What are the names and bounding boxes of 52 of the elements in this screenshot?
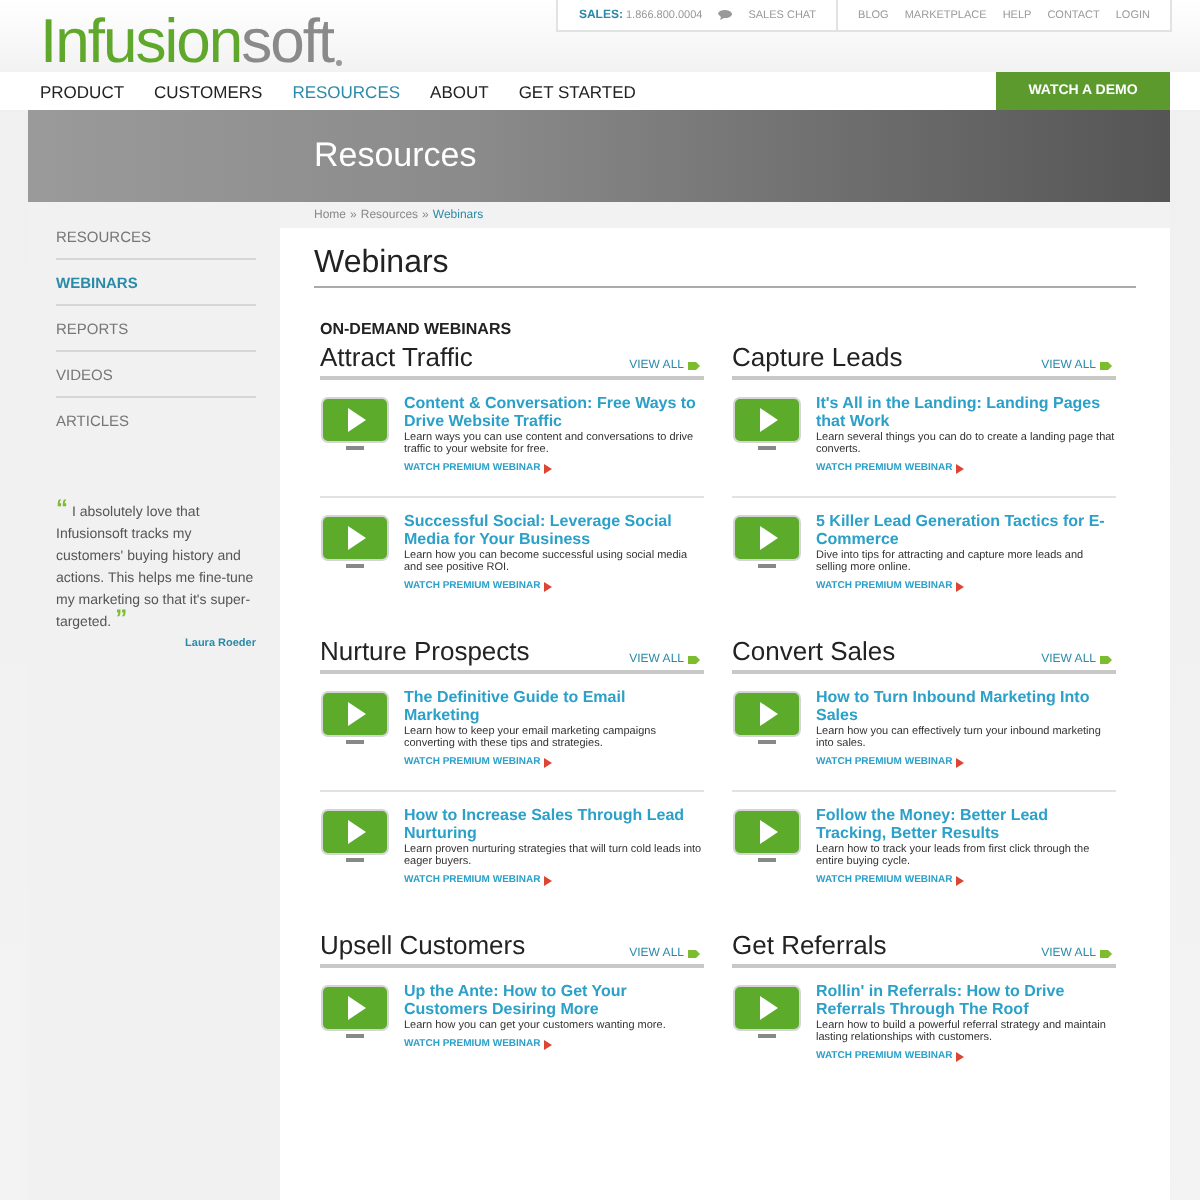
arrow-icon (544, 1039, 553, 1049)
category-title: Capture Leads (732, 342, 903, 372)
section-subtitle: ON-DEMAND WEBINARS (320, 320, 514, 338)
webinar-title[interactable]: How to Increase Sales Through Lead Nurturing (404, 808, 704, 842)
arrow-icon (544, 757, 553, 767)
play-video-icon[interactable] (320, 808, 392, 868)
tag-icon (1100, 950, 1112, 958)
webinar-title[interactable]: The Definitive Guide to Email Marketing (404, 690, 704, 724)
webinar-title[interactable]: Successful Social: Leverage Social Media for Your Business (404, 514, 704, 548)
nav-item[interactable]: PRODUCT (40, 81, 125, 101)
play-video-icon[interactable] (732, 808, 804, 868)
tag-icon (1100, 656, 1112, 664)
tag-icon (688, 656, 700, 664)
category-title: Get Referrals (732, 930, 887, 960)
webinar-title[interactable]: Up the Ante: How to Get Your Customers Desiring More (404, 984, 704, 1018)
banner-title: Resources (314, 136, 477, 176)
nav-item[interactable]: CUSTOMERS (154, 81, 263, 101)
arrow-icon (544, 875, 553, 885)
chat-bubble-icon (718, 10, 733, 20)
play-video-icon[interactable] (320, 984, 392, 1044)
play-video-icon[interactable] (732, 396, 804, 456)
nav-item[interactable]: ABOUT (430, 81, 489, 101)
tag-icon (688, 950, 700, 958)
nav-item[interactable]: GET STARTED (518, 81, 636, 101)
webinar-title[interactable]: Content & Conversation: Free Ways to Drive Website Traffic (404, 396, 704, 430)
arrow-icon (956, 463, 965, 473)
logo[interactable]: Infusionsoft (40, 10, 342, 72)
arrow-icon (544, 581, 553, 591)
category-title: Attract Traffic (320, 342, 473, 372)
play-video-icon[interactable] (732, 690, 804, 750)
page-title: Webinars (314, 246, 1136, 288)
category-title: Convert Sales (732, 636, 896, 666)
arrow-icon (956, 1051, 965, 1061)
category-title: Upsell Customers (320, 930, 526, 960)
category-title: Nurture Prospects (320, 636, 530, 666)
play-video-icon[interactable] (732, 514, 804, 574)
webinar-title[interactable]: How to Turn Inbound Marketing Into Sales (816, 690, 1116, 724)
tag-icon (1100, 362, 1112, 370)
arrow-icon (956, 875, 965, 885)
arrow-icon (956, 757, 965, 767)
webinar-title[interactable]: Follow the Money: Better Lead Tracking, Better Results (816, 808, 1116, 842)
arrow-icon (544, 463, 553, 473)
webinar-title[interactable]: Rollin' in Referrals: How to Drive Referrals Through The Roof (816, 984, 1116, 1018)
play-video-icon[interactable] (732, 984, 804, 1044)
play-video-icon[interactable] (320, 690, 392, 750)
tag-icon (688, 362, 700, 370)
webinar-title[interactable]: It's All in the Landing: Landing Pages that Work (816, 396, 1116, 430)
play-video-icon[interactable] (320, 514, 392, 574)
nav-item[interactable]: RESOURCES (292, 81, 401, 101)
arrow-icon (956, 581, 965, 591)
webinar-title[interactable]: 5 Killer Lead Generation Tactics for E-Commerce (816, 514, 1116, 548)
play-video-icon[interactable] (320, 396, 392, 456)
